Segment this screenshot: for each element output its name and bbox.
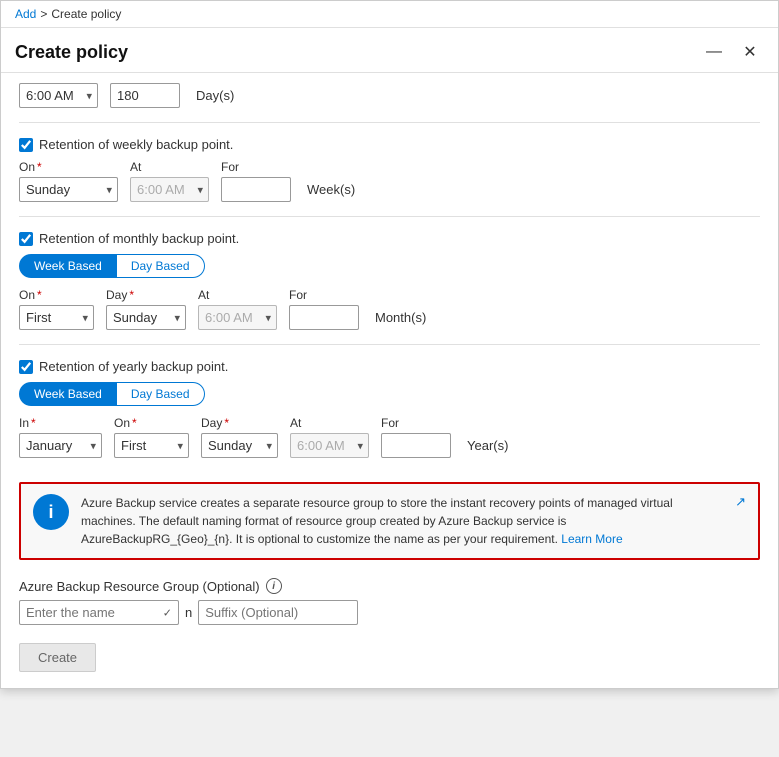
yearly-at-label: At [290, 416, 369, 430]
breadcrumb-add[interactable]: Add [15, 7, 36, 21]
info-box: i Azure Backup service creates a separat… [19, 482, 760, 560]
monthly-at-select[interactable]: 6:00 AM [198, 305, 277, 330]
monthly-on-col: On* First Second Third Fourth Last [19, 288, 94, 330]
yearly-retention-label: Retention of yearly backup point. [39, 359, 228, 374]
resource-group-suffix-input[interactable] [198, 600, 358, 625]
yearly-in-col: In* January February March [19, 416, 102, 458]
content-area: 6:00 AM 180 Day(s) Retention of weekly b… [1, 73, 778, 688]
page-title: Create policy [15, 42, 128, 63]
monthly-unit-label: Month(s) [375, 310, 426, 325]
yearly-retention-section: Retention of yearly backup point. Week B… [19, 349, 760, 468]
n-label: n [185, 605, 192, 620]
external-link-icon[interactable]: ↗ [735, 494, 746, 510]
monthly-for-label: For [289, 288, 359, 302]
monthly-on-select[interactable]: First Second Third Fourth Last [19, 305, 94, 330]
monthly-day-based-btn[interactable]: Day Based [117, 254, 205, 278]
weekly-on-col: On* Sunday Monday Tuesday Wednesday Thur… [19, 160, 118, 202]
top-time-field: 6:00 AM [19, 83, 98, 108]
resource-group-name-wrap [19, 600, 179, 625]
top-partial-fields: 6:00 AM 180 Day(s) [19, 83, 760, 108]
close-button[interactable]: ✕ [736, 38, 764, 66]
yearly-on-label: On* [114, 416, 189, 430]
yearly-on-select[interactable]: First Second Third [114, 433, 189, 458]
yearly-at-select[interactable]: 6:00 AM [290, 433, 369, 458]
title-actions: — ✕ [700, 38, 764, 66]
create-policy-window: Add > Create policy Create policy — ✕ 6:… [0, 0, 779, 689]
weekly-at-label: At [130, 160, 209, 174]
monthly-for-input[interactable]: 60 [289, 305, 359, 330]
create-button[interactable]: Create [19, 643, 96, 672]
breadcrumb-sep: > [40, 7, 47, 21]
yearly-in-select[interactable]: January February March [19, 433, 102, 458]
weekly-at-col: At 6:00 AM [130, 160, 209, 202]
resource-group-inputs: n [19, 600, 760, 625]
monthly-retention-section: Retention of monthly backup point. Week … [19, 221, 760, 340]
resource-group-name-input[interactable] [19, 600, 179, 625]
resource-group-info-icon[interactable]: i [266, 578, 282, 594]
yearly-day-label: Day* [201, 416, 278, 430]
yearly-for-label: For [381, 416, 451, 430]
monthly-week-based-btn[interactable]: Week Based [19, 254, 117, 278]
yearly-for-col: For 10 [381, 416, 451, 458]
monthly-retention-label: Retention of monthly backup point. [39, 231, 239, 246]
yearly-toggle-group: Week Based Day Based [19, 382, 760, 406]
info-text-content: Azure Backup service creates a separate … [81, 494, 719, 548]
top-time-select[interactable]: 6:00 AM [19, 83, 98, 108]
minimize-button[interactable]: — [700, 38, 728, 66]
monthly-toggle-group: Week Based Day Based [19, 254, 760, 278]
weekly-retention-checkbox-label[interactable]: Retention of weekly backup point. [19, 137, 760, 152]
weekly-for-col: For 12 [221, 160, 291, 202]
yearly-week-based-btn[interactable]: Week Based [19, 382, 117, 406]
weekly-retention-section: Retention of weekly backup point. On* Su… [19, 127, 760, 212]
monthly-retention-checkbox[interactable] [19, 232, 33, 246]
resource-group-section: Azure Backup Resource Group (Optional) i… [19, 570, 760, 635]
monthly-day-select[interactable]: Sunday Monday Tuesday [106, 305, 186, 330]
yearly-retention-checkbox-label[interactable]: Retention of yearly backup point. [19, 359, 760, 374]
weekly-retention-fields: On* Sunday Monday Tuesday Wednesday Thur… [19, 160, 760, 202]
weekly-at-select[interactable]: 6:00 AM [130, 177, 209, 202]
monthly-for-col: For 60 [289, 288, 359, 330]
resource-group-label-row: Azure Backup Resource Group (Optional) i [19, 578, 760, 594]
weekly-on-label: On* [19, 160, 118, 174]
weekly-for-input[interactable]: 12 [221, 177, 291, 202]
yearly-in-label: In* [19, 416, 102, 430]
weekly-unit-label: Week(s) [307, 182, 355, 197]
yearly-for-input[interactable]: 10 [381, 433, 451, 458]
monthly-on-label: On* [19, 288, 94, 302]
monthly-at-col: At 6:00 AM [198, 288, 277, 330]
yearly-at-col: At 6:00 AM [290, 416, 369, 458]
yearly-day-based-btn[interactable]: Day Based [117, 382, 205, 406]
weekly-retention-checkbox[interactable] [19, 138, 33, 152]
top-days-input[interactable]: 180 [110, 83, 180, 108]
monthly-retention-checkbox-label[interactable]: Retention of monthly backup point. [19, 231, 760, 246]
monthly-day-col: Day* Sunday Monday Tuesday [106, 288, 186, 330]
weekly-on-select[interactable]: Sunday Monday Tuesday Wednesday Thursday… [19, 177, 118, 202]
yearly-retention-checkbox[interactable] [19, 360, 33, 374]
yearly-unit-label: Year(s) [467, 438, 508, 453]
monthly-at-label: At [198, 288, 277, 302]
yearly-day-col: Day* Sunday Monday [201, 416, 278, 458]
title-bar: Create policy — ✕ [1, 28, 778, 73]
weekly-retention-label: Retention of weekly backup point. [39, 137, 233, 152]
weekly-for-label: For [221, 160, 291, 174]
yearly-on-col: On* First Second Third [114, 416, 189, 458]
yearly-day-select[interactable]: Sunday Monday [201, 433, 278, 458]
info-icon: i [33, 494, 69, 530]
top-partial-section: 6:00 AM 180 Day(s) [19, 73, 760, 118]
monthly-retention-fields: On* First Second Third Fourth Last [19, 288, 760, 330]
monthly-day-label: Day* [106, 288, 186, 302]
yearly-retention-fields: In* January February March On* [19, 416, 760, 458]
breadcrumb-current: Create policy [51, 7, 121, 21]
learn-more-link[interactable]: Learn More [561, 532, 622, 546]
top-days-field: 180 [110, 83, 180, 108]
top-unit-label: Day(s) [196, 88, 234, 103]
resource-group-label: Azure Backup Resource Group (Optional) [19, 579, 260, 594]
breadcrumb: Add > Create policy [1, 1, 778, 28]
